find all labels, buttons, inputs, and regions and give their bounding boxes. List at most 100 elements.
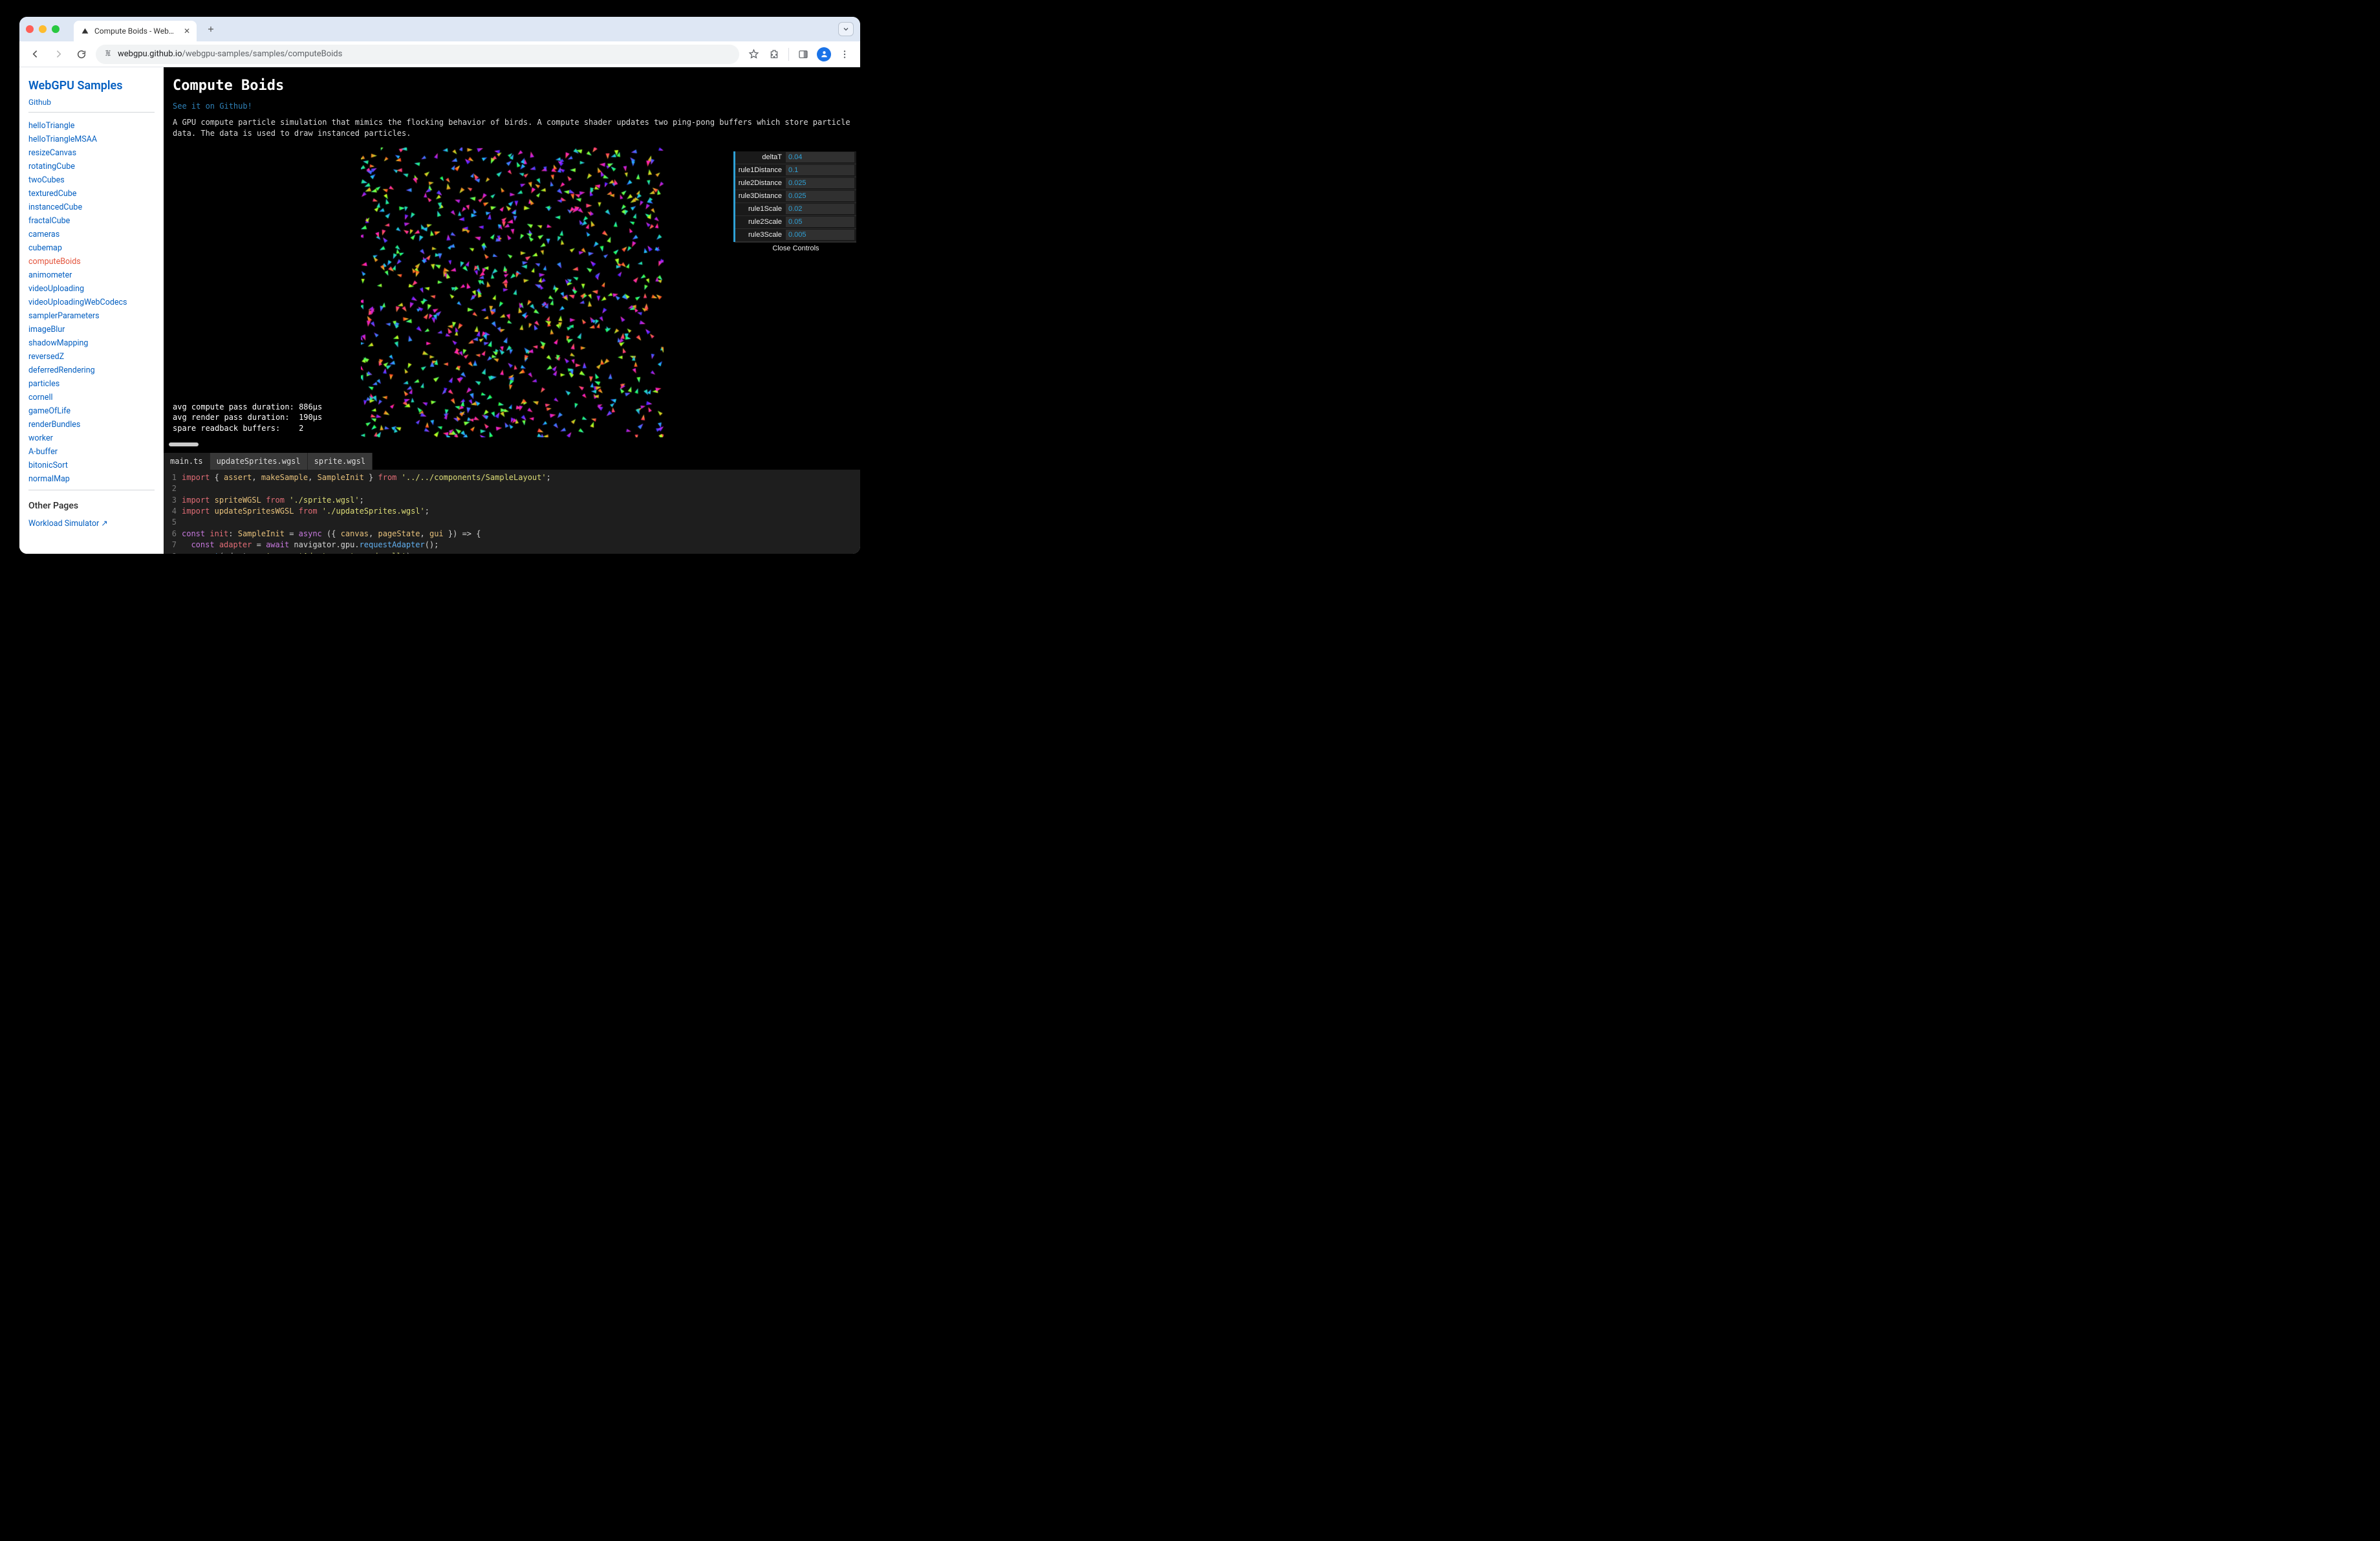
sidebar-item-deferredRendering[interactable]: deferredRendering — [28, 364, 155, 377]
window-zoom-icon[interactable] — [52, 25, 60, 33]
sidebar-item-gameOfLife[interactable]: gameOfLife — [28, 404, 155, 418]
code-line: 1import { assert, makeSample, SampleInit… — [164, 472, 860, 483]
sidebar-item-instancedCube[interactable]: instancedCube — [28, 201, 155, 214]
controls-label: rule2Scale — [735, 218, 786, 226]
tab-title: Compute Boids - WebGPU S… — [94, 27, 178, 36]
sidebar-item-A-buffer[interactable]: A-buffer — [28, 445, 155, 459]
code-line: 7 const adapter = await navigator.gpu.re… — [164, 540, 860, 551]
simulation-area: avg compute pass duration: 886µs avg ren… — [164, 148, 860, 437]
code-tab-sprite.wgsl[interactable]: sprite.wgsl — [308, 453, 373, 470]
controls-row-rule3Scale: rule3Scale0.005 — [735, 229, 856, 242]
page-description: A GPU compute particle simulation that m… — [173, 117, 851, 140]
code-line: 8 assert(adapter, 'requestAdapter return… — [164, 551, 860, 554]
url-path: /webgpu-samples/samples/computeBoids — [182, 49, 343, 59]
url-host: webgpu.github.io — [118, 49, 182, 59]
sidebar-item-reversedZ[interactable]: reversedZ — [28, 350, 155, 364]
sidebar-github-link[interactable]: Github — [28, 98, 155, 107]
sidebar-item-resizeCanvas[interactable]: resizeCanvas — [28, 146, 155, 160]
controls-label: rule3Scale — [735, 231, 786, 239]
controls-row-rule1Scale: rule1Scale0.02 — [735, 203, 856, 216]
profile-avatar[interactable] — [815, 45, 833, 63]
controls-row-rule3Distance: rule3Distance0.025 — [735, 190, 856, 203]
site-settings-icon[interactable] — [103, 49, 113, 60]
sidebar-divider — [28, 112, 155, 113]
see-on-github-link[interactable]: See it on Github! — [173, 102, 851, 111]
sidebar-item-fractalCube[interactable]: fractalCube — [28, 214, 155, 228]
sidebar-item-cornell[interactable]: cornell — [28, 391, 155, 404]
window-minimize-icon[interactable] — [39, 25, 47, 33]
controls-value-input[interactable]: 0.02 — [786, 204, 854, 214]
sidebar-other-nav: Workload Simulator ↗ — [28, 516, 155, 530]
bookmark-icon[interactable] — [744, 45, 763, 63]
url-text: webgpu.github.io/webgpu-samples/samples/… — [118, 49, 342, 59]
nav-forward-button[interactable] — [49, 45, 67, 63]
nav-back-button[interactable] — [26, 45, 44, 63]
tab-close-icon[interactable]: ✕ — [184, 27, 190, 36]
nav-reload-button[interactable] — [72, 45, 91, 63]
sidebar-item-samplerParameters[interactable]: samplerParameters — [28, 309, 155, 323]
sidebar-item-bitonicSort[interactable]: bitonicSort — [28, 459, 155, 472]
sidebar-other-item[interactable]: Workload Simulator ↗ — [28, 516, 155, 530]
code-tab-main.ts[interactable]: main.ts — [164, 453, 210, 470]
sidebar-item-normalMap[interactable]: normalMap — [28, 472, 155, 486]
toolbar-divider — [788, 48, 789, 61]
boids-canvas[interactable] — [361, 148, 664, 437]
favicon-icon — [80, 27, 89, 36]
url-field[interactable]: webgpu.github.io/webgpu-samples/samples/… — [96, 45, 739, 64]
toolbar-right — [744, 45, 854, 63]
controls-label: rule3Distance — [735, 192, 786, 200]
sidebar-item-rotatingCube[interactable]: rotatingCube — [28, 160, 155, 173]
stats-overlay: avg compute pass duration: 886µs avg ren… — [173, 402, 322, 433]
tab-overflow-button[interactable] — [838, 22, 854, 36]
code-tab-updateSprites.wgsl[interactable]: updateSprites.wgsl — [210, 453, 308, 470]
controls-row-rule2Scale: rule2Scale0.05 — [735, 216, 856, 229]
sidebar-item-computeBoids[interactable]: computeBoids — [28, 255, 155, 268]
sidebar-item-cameras[interactable]: cameras — [28, 228, 155, 241]
window-traffic-lights — [26, 25, 60, 33]
controls-panel: deltaT0.04rule1Distance0.1rule2Distance0… — [733, 151, 856, 255]
controls-close-button[interactable]: Close Controls — [733, 242, 856, 255]
sidebar-item-particles[interactable]: particles — [28, 377, 155, 391]
page: WebGPU Samples Github helloTrianglehello… — [19, 67, 860, 554]
site-title[interactable]: WebGPU Samples — [28, 79, 155, 93]
sidebar-item-animometer[interactable]: animometer — [28, 268, 155, 282]
controls-value-input[interactable]: 0.025 — [786, 191, 854, 201]
sidebar-item-twoCubes[interactable]: twoCubes — [28, 173, 155, 187]
window-close-icon[interactable] — [26, 25, 34, 33]
sidebar-item-imageBlur[interactable]: imageBlur — [28, 323, 155, 336]
controls-row-deltaT: deltaT0.04 — [735, 151, 856, 164]
code-line: 5 — [164, 517, 860, 528]
code-resize-handle[interactable] — [169, 443, 199, 446]
sidepanel-icon[interactable] — [794, 45, 812, 63]
controls-value-input[interactable]: 0.04 — [786, 152, 854, 162]
kebab-menu-icon[interactable] — [836, 45, 854, 63]
controls-value-input[interactable]: 0.025 — [786, 178, 854, 188]
controls-value-input[interactable]: 0.1 — [786, 165, 854, 175]
browser-window: Compute Boids - WebGPU S… ✕ webgpu.githu… — [19, 17, 860, 554]
sidebar-item-cubemap[interactable]: cubemap — [28, 241, 155, 255]
sidebar-item-helloTriangleMSAA[interactable]: helloTriangleMSAA — [28, 133, 155, 146]
page-title: Compute Boids — [173, 78, 851, 94]
address-bar: webgpu.github.io/webgpu-samples/samples/… — [19, 41, 860, 67]
code-line: 2 — [164, 483, 860, 494]
sidebar-nav: helloTrianglehelloTriangleMSAAresizeCanv… — [28, 119, 155, 486]
sidebar-item-videoUploading[interactable]: videoUploading — [28, 282, 155, 296]
controls-row-rule2Distance: rule2Distance0.025 — [735, 177, 856, 190]
extensions-icon[interactable] — [765, 45, 783, 63]
sidebar-item-helloTriangle[interactable]: helloTriangle — [28, 119, 155, 133]
browser-tab[interactable]: Compute Boids - WebGPU S… ✕ — [74, 21, 197, 41]
sidebar-item-videoUploadingWebCodecs[interactable]: videoUploadingWebCodecs — [28, 296, 155, 309]
sidebar-item-worker[interactable]: worker — [28, 432, 155, 445]
new-tab-button[interactable] — [202, 20, 220, 38]
controls-label: deltaT — [735, 153, 786, 161]
sidebar-item-shadowMapping[interactable]: shadowMapping — [28, 336, 155, 350]
code-block[interactable]: 1import { assert, makeSample, SampleInit… — [164, 470, 860, 554]
code-line: 6const init: SampleInit = async ({ canva… — [164, 529, 860, 540]
controls-value-input[interactable]: 0.05 — [786, 217, 854, 227]
sidebar-section-header: Other Pages — [28, 501, 155, 511]
controls-value-input[interactable]: 0.005 — [786, 230, 854, 240]
code-tabs: main.tsupdateSprites.wgslsprite.wgsl — [164, 453, 860, 470]
sidebar-item-texturedCube[interactable]: texturedCube — [28, 187, 155, 201]
tab-bar: Compute Boids - WebGPU S… ✕ — [19, 17, 860, 41]
sidebar-item-renderBundles[interactable]: renderBundles — [28, 418, 155, 432]
